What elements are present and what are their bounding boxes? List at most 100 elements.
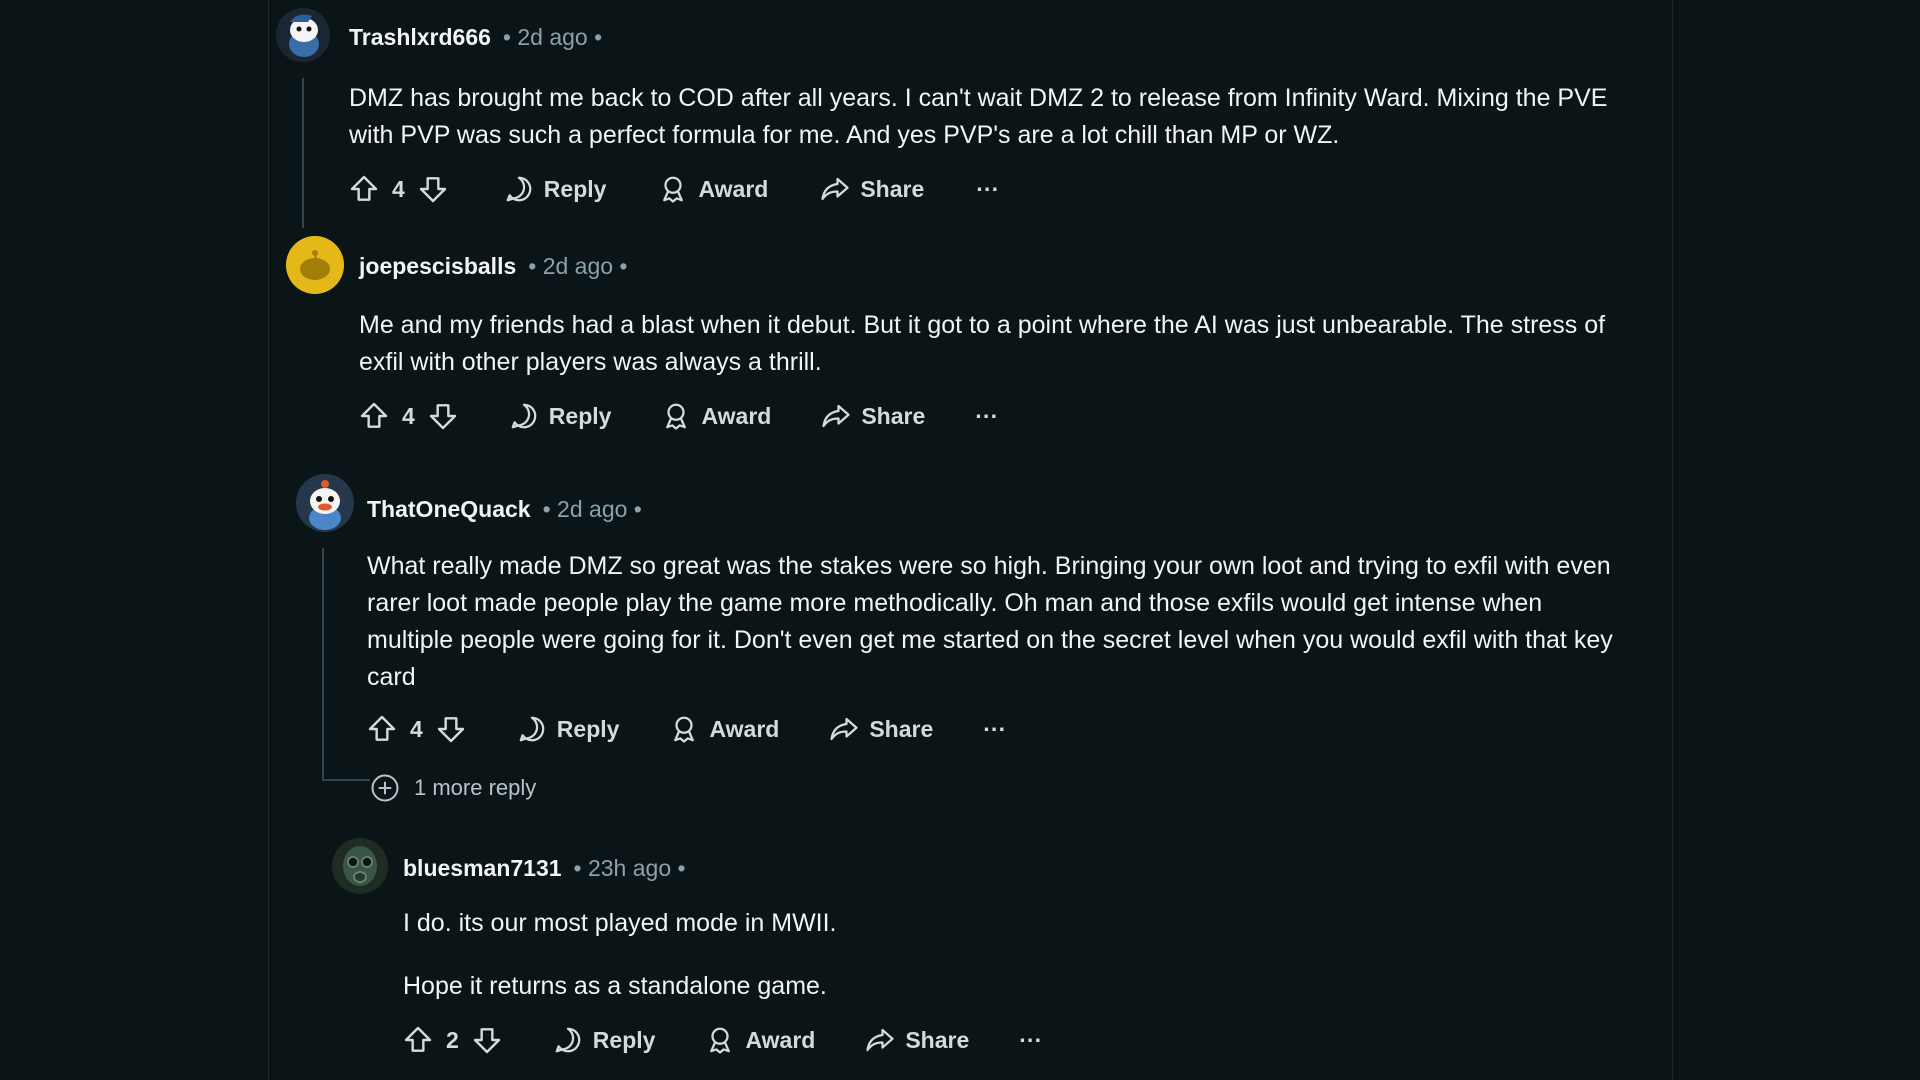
snoo-yellow-avatar-icon (286, 236, 344, 294)
award-label: Award (698, 175, 769, 202)
avatar[interactable] (276, 8, 330, 62)
comment-body: I do. its our most played mode in MWII. … (403, 905, 1603, 1031)
downvote-button[interactable] (427, 400, 459, 432)
downvote-icon (437, 717, 464, 743)
upvote-icon (404, 1026, 432, 1052)
content-left-border (268, 0, 269, 1080)
comment-bubble-icon (506, 176, 532, 202)
comment-actions: 4 Reply Award Share ··· (366, 713, 1006, 745)
username[interactable]: ThatOneQuack (367, 496, 531, 523)
comment-text: Hope it returns as a standalone game. (403, 972, 827, 1000)
timestamp: • 2d ago • (528, 253, 628, 279)
more-options-icon: ··· (975, 402, 999, 429)
avatar[interactable] (286, 236, 344, 294)
award-button[interactable]: Award (661, 401, 771, 431)
more-options-button[interactable]: ··· (976, 176, 999, 203)
snoo-blue-avatar-icon (276, 8, 330, 62)
award-button[interactable]: Award (705, 1025, 815, 1055)
thread-line (322, 779, 370, 781)
downvote-icon (429, 404, 456, 430)
award-icon (666, 403, 687, 430)
reply-label: Reply (592, 1026, 656, 1053)
comment-bubble-icon (511, 403, 537, 429)
more-options-icon: ··· (983, 715, 1007, 742)
award-button[interactable]: Award (669, 714, 779, 744)
reply-label: Reply (548, 402, 612, 429)
comments-page: Trashlxrd666 • 2d ago • DMZ has brought … (0, 0, 1920, 1080)
more-options-button[interactable]: ··· (975, 403, 998, 430)
comment-actions: 4 Reply Award Share ··· (358, 400, 998, 432)
reply-label: Reply (543, 175, 607, 202)
reply-button[interactable]: Reply (517, 714, 620, 744)
vote-count: 4 (410, 715, 423, 742)
downvote-button[interactable] (435, 713, 467, 745)
reply-button[interactable]: Reply (509, 401, 612, 431)
share-icon (866, 1028, 894, 1052)
upvote-icon (368, 715, 396, 741)
share-label: Share (861, 402, 926, 429)
more-options-button[interactable]: ··· (1019, 1027, 1042, 1054)
gas-mask-avatar-icon (332, 838, 388, 894)
award-icon (710, 1027, 731, 1054)
more-replies-button[interactable]: 1 more reply (370, 773, 536, 803)
content-right-border (1672, 0, 1673, 1080)
vote-count: 4 (392, 175, 405, 202)
more-options-button[interactable]: ··· (983, 716, 1006, 743)
timestamp: • 2d ago • (502, 24, 603, 50)
timestamp: • 2d ago • (542, 496, 642, 522)
reply-label: Reply (556, 715, 620, 742)
award-label: Award (701, 402, 772, 429)
comment-bubble-icon (555, 1027, 581, 1053)
avatar[interactable] (296, 474, 354, 532)
upvote-button[interactable] (366, 713, 398, 745)
username[interactable]: bluesman7131 (403, 855, 562, 882)
thread-line (302, 78, 304, 228)
upvote-button[interactable] (358, 400, 390, 432)
avatar[interactable] (332, 838, 388, 894)
reply-button[interactable]: Reply (553, 1025, 656, 1055)
share-label: Share (860, 175, 925, 202)
timestamp: • 23h ago • (573, 855, 686, 881)
comment-bubble-icon (519, 716, 545, 742)
snoo-duck-avatar-icon (296, 474, 354, 532)
share-icon (822, 404, 850, 428)
upvote-button[interactable] (402, 1024, 434, 1056)
comment-text: I do. its our most played mode in MWII. (403, 909, 837, 937)
share-button[interactable]: Share (865, 1025, 969, 1055)
downvote-icon (473, 1028, 500, 1054)
more-options-icon: ··· (976, 175, 1000, 202)
username[interactable]: Trashlxrd666 (349, 24, 491, 51)
award-icon (663, 176, 684, 203)
share-button[interactable]: Share (821, 401, 925, 431)
more-options-icon: ··· (1019, 1026, 1043, 1053)
comment-text: DMZ has brought me back to COD after all… (349, 84, 1608, 149)
vote-count: 2 (446, 1026, 459, 1053)
share-label: Share (869, 715, 934, 742)
vote-count: 4 (402, 402, 415, 429)
downvote-button[interactable] (471, 1024, 503, 1056)
upvote-button[interactable] (348, 173, 380, 205)
award-label: Award (745, 1026, 816, 1053)
comment-body: DMZ has brought me back to COD after all… (349, 80, 1619, 180)
share-button[interactable]: Share (820, 174, 924, 204)
share-icon (830, 717, 858, 741)
comment-text: What really made DMZ so great was the st… (367, 552, 1613, 691)
more-replies-label: 1 more reply (414, 775, 537, 800)
username[interactable]: joepescisballs (359, 253, 516, 280)
downvote-icon (419, 177, 446, 203)
reply-button[interactable]: Reply (504, 174, 607, 204)
share-icon (821, 177, 849, 201)
downvote-button[interactable] (417, 173, 449, 205)
comment-actions: 4 Reply Award Share ··· (348, 173, 999, 205)
comment-body: Me and my friends had a blast when it de… (359, 307, 1629, 407)
thread-line (322, 548, 324, 780)
share-button[interactable]: Share (829, 714, 933, 744)
upvote-icon (360, 402, 388, 428)
award-icon (674, 716, 695, 743)
upvote-icon (350, 175, 378, 201)
comment-actions: 2 Reply Award Share ··· (402, 1024, 1042, 1056)
share-label: Share (905, 1026, 970, 1053)
comment-text: Me and my friends had a blast when it de… (359, 311, 1606, 376)
award-label: Award (709, 715, 780, 742)
award-button[interactable]: Award (658, 174, 768, 204)
